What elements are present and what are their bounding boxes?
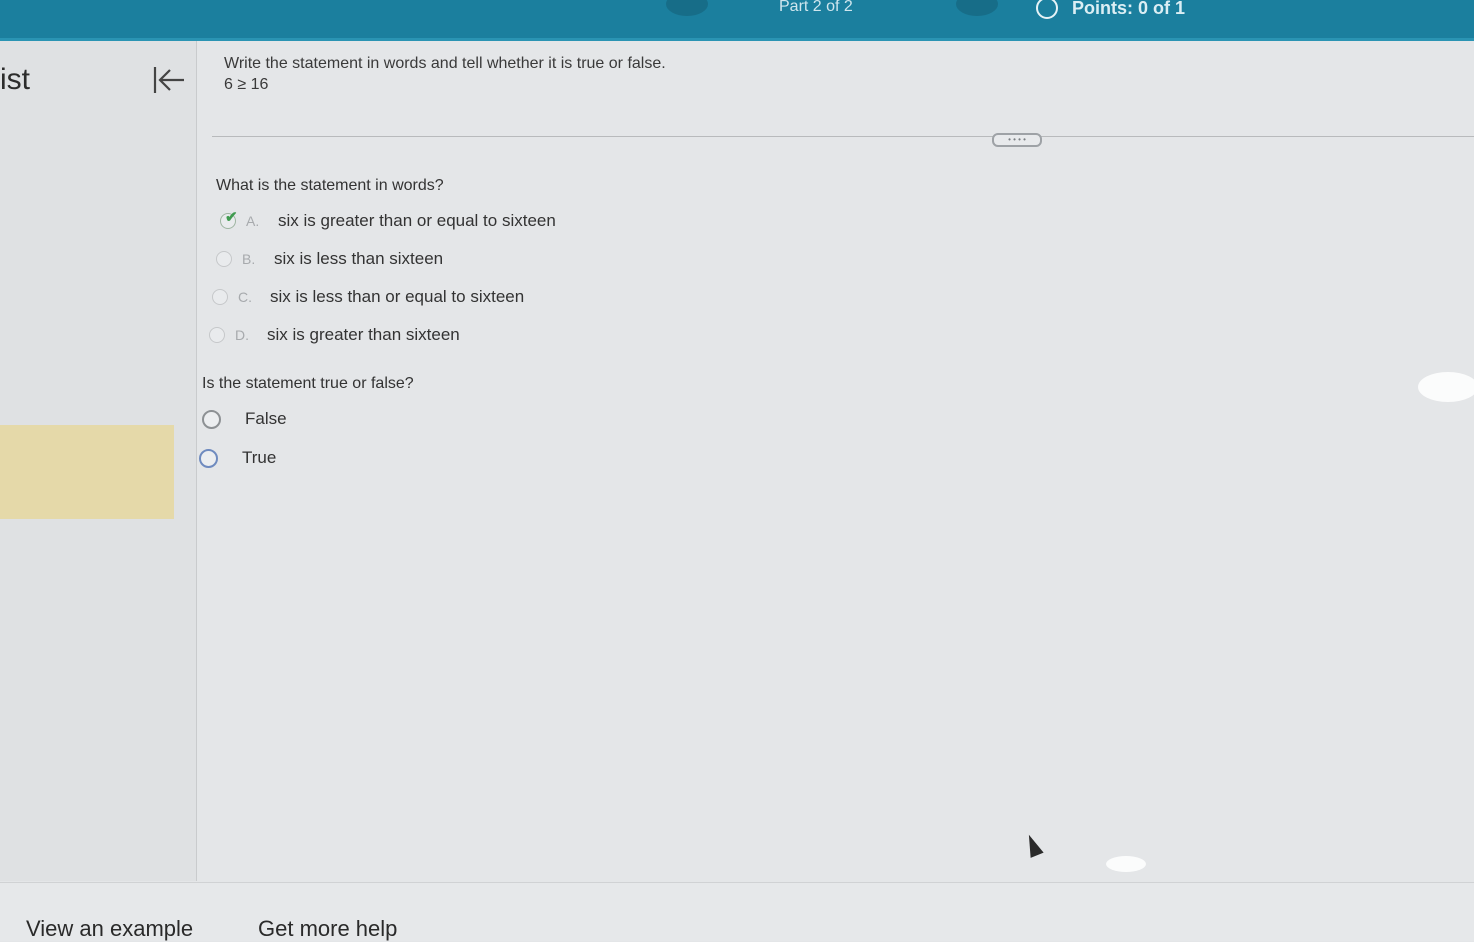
screen-glare bbox=[1418, 372, 1474, 402]
choice-c[interactable]: C. six is less than or equal to sixteen bbox=[212, 287, 524, 307]
radio-button[interactable] bbox=[216, 251, 232, 267]
footer-bar: View an example Get more help bbox=[0, 882, 1474, 941]
option-label: False bbox=[245, 409, 287, 428]
choice-letter: B. bbox=[242, 251, 256, 267]
choice-b[interactable]: B. six is less than sixteen bbox=[216, 249, 443, 269]
radio-button[interactable] bbox=[202, 409, 221, 429]
choice-letter: C. bbox=[238, 289, 252, 305]
choice-text: six is greater than sixteen bbox=[267, 325, 460, 344]
question-instruction: Write the statement in words and tell wh… bbox=[224, 55, 666, 72]
sidebar: ist bbox=[0, 41, 197, 881]
points-indicator: Points: 0 of 1 bbox=[1036, 0, 1185, 19]
radio-button[interactable] bbox=[209, 327, 225, 343]
part2-prompt: Is the statement true or false? bbox=[202, 375, 414, 392]
radio-button[interactable]: ✔ bbox=[220, 209, 238, 229]
option-false[interactable]: False bbox=[202, 409, 287, 429]
top-bar: Part 2 of 2 Points: 0 of 1 bbox=[0, 0, 1474, 41]
get-more-help-link[interactable]: Get more help bbox=[258, 916, 397, 942]
choice-text: six is greater than or equal to sixteen bbox=[278, 211, 556, 230]
choice-text: six is less than sixteen bbox=[274, 249, 444, 268]
radio-button[interactable] bbox=[212, 289, 228, 305]
screen-glare bbox=[1106, 856, 1146, 872]
choice-letter: A. bbox=[246, 213, 260, 229]
option-label: True bbox=[242, 448, 277, 467]
choice-a[interactable]: ✔ A. six is greater than or equal to six… bbox=[220, 209, 556, 231]
checkmark-icon: ✔ bbox=[225, 209, 238, 226]
section-divider bbox=[212, 136, 1474, 137]
header-decoration bbox=[666, 0, 708, 16]
header-decoration bbox=[956, 0, 998, 16]
choice-text: six is less than or equal to sixteen bbox=[270, 287, 525, 306]
choice-d[interactable]: D. six is greater than sixteen bbox=[209, 325, 460, 345]
question-expression: 6 ≥ 16 bbox=[224, 76, 269, 93]
ellipsis-icon: • • • • bbox=[1008, 135, 1026, 144]
question-panel: Write the statement in words and tell wh… bbox=[196, 41, 1474, 881]
part-label: Part 2 of 2 bbox=[779, 0, 853, 15]
part1-prompt: What is the statement in words? bbox=[216, 177, 444, 194]
option-true[interactable]: True bbox=[199, 448, 276, 468]
view-example-link[interactable]: View an example bbox=[26, 916, 193, 942]
collapse-left-icon bbox=[153, 67, 184, 93]
sidebar-title: ist bbox=[0, 63, 30, 96]
points-circle-icon bbox=[1036, 0, 1058, 19]
sidebar-current-item[interactable] bbox=[0, 425, 174, 519]
radio-button[interactable] bbox=[199, 448, 218, 468]
choice-letter: D. bbox=[235, 327, 249, 343]
collapse-sidebar-button[interactable] bbox=[150, 63, 186, 97]
points-label: Points: 0 of 1 bbox=[1072, 0, 1186, 18]
expand-more-button[interactable]: • • • • bbox=[992, 133, 1042, 147]
